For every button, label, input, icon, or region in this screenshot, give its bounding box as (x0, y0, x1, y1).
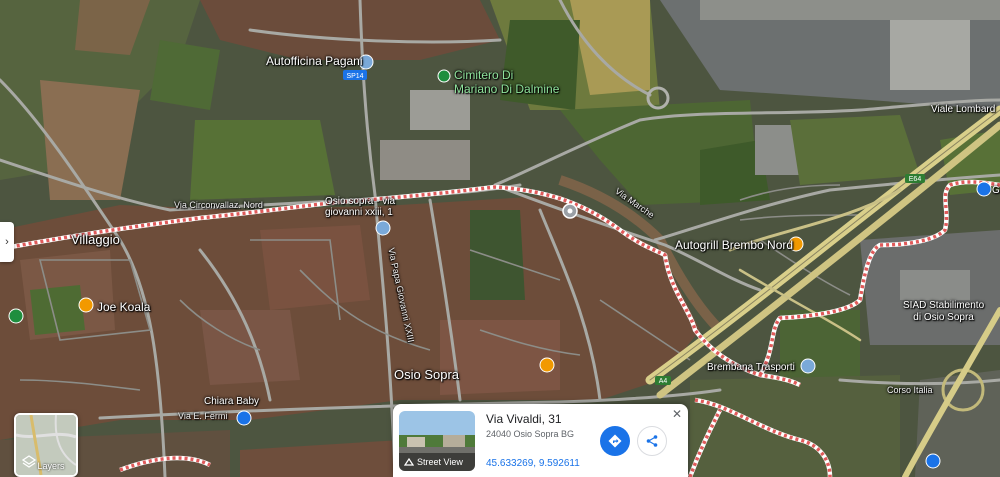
label-corso-italia: Corso Italia (887, 385, 933, 395)
osio-via-giovanni-pin[interactable] (375, 220, 391, 236)
label-osio-via-giovanni[interactable]: Osio sopra - via giovanni xxiii, 1 (325, 196, 395, 218)
label-villaggio: Villaggio (71, 232, 120, 247)
location-pin[interactable] (562, 203, 578, 219)
label-via-circonvallaz: Via Circonvallaz. Nord (174, 200, 263, 210)
directions-button[interactable] (600, 426, 630, 456)
chevron-right-icon: › (5, 236, 9, 248)
sp14-shield-text: SP14 (346, 73, 363, 80)
label-joe-koala[interactable]: Joe Koala (97, 300, 150, 314)
share-button[interactable] (637, 426, 667, 456)
label-viale-lombardia: Viale Lombard (931, 104, 996, 115)
brembana-pin[interactable] (800, 358, 816, 374)
layers-button[interactable]: Layers (14, 413, 78, 477)
e64-shield-text: E64 (909, 176, 922, 183)
label-brembana[interactable]: Brembana Trasporti (707, 361, 795, 375)
chiara-baby-pin[interactable] (236, 410, 252, 426)
place-coordinates[interactable]: 45.633269, 9.592611 (486, 458, 580, 469)
street-view-thumbnail[interactable]: Street View (399, 411, 475, 471)
label-cimitero[interactable]: Cimitero Di Mariano Di Dalmine (454, 68, 559, 96)
label-siad[interactable]: SIAD Stabilimento di Osio Sopra (903, 300, 984, 324)
directions-icon (608, 434, 622, 448)
label-osio-sopra: Osio Sopra (394, 367, 460, 382)
shop-pin-south[interactable] (925, 453, 941, 469)
place-info-card[interactable]: Street View Via Vivaldi, 31 24040 Osio S… (393, 404, 688, 477)
a4-shield-text: A4 (659, 378, 668, 385)
shop-pin-east[interactable] (976, 181, 992, 197)
street-view-label: Street View (417, 457, 463, 467)
label-via-fermi: Via E. Fermi (178, 411, 228, 421)
label-autogrill[interactable]: Autogrill Brembo Nord (675, 238, 793, 252)
joe-koala-pin[interactable] (78, 297, 94, 313)
street-view-icon (404, 457, 414, 466)
label-east-edge: G (992, 185, 1000, 196)
label-chiara-baby[interactable]: Chiara Baby (204, 395, 259, 409)
close-icon[interactable]: ✕ (672, 407, 682, 421)
restaurant-pin[interactable] (539, 357, 555, 373)
green-place-pin[interactable] (8, 308, 24, 324)
layers-label: Layers (37, 461, 65, 471)
share-icon (646, 435, 658, 447)
expand-side-panel-button[interactable]: › (0, 222, 14, 262)
label-autofficina[interactable]: Autofficina Pagani (266, 54, 363, 68)
place-address: Via Vivaldi, 31 (486, 412, 562, 426)
cimitero-pin[interactable] (437, 69, 451, 83)
place-locality: 24040 Osio Sopra BG (486, 429, 575, 439)
